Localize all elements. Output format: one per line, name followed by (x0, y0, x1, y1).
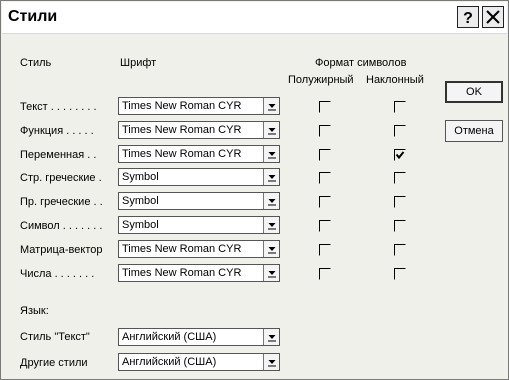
font-select-value: Times New Roman CYR (122, 148, 242, 160)
row-label: Переменная . . (20, 149, 97, 161)
row-label: Функция . . . . . (20, 125, 94, 137)
language-heading: Язык: (20, 305, 49, 317)
italic-checkbox[interactable] (394, 171, 406, 184)
italic-checkbox[interactable] (394, 195, 406, 208)
chevron-down-icon[interactable] (263, 146, 279, 162)
font-select-value: Times New Roman CYR (122, 267, 242, 279)
chevron-down-icon[interactable] (263, 98, 279, 114)
font-select[interactable]: Times New Roman CYR (118, 145, 280, 163)
help-button[interactable]: ? (457, 6, 479, 28)
chevron-down-icon[interactable] (263, 122, 279, 138)
row-label: Числа . . . . . . . (20, 268, 95, 280)
help-icon: ? (463, 10, 473, 27)
row-label: Стр. греческие . (20, 172, 102, 184)
other-styles-language-value: Английский (США) (122, 356, 217, 368)
italic-checkbox[interactable] (394, 267, 406, 280)
bold-checkbox[interactable] (319, 195, 331, 208)
italic-checkbox[interactable] (394, 243, 406, 256)
chevron-down-icon[interactable] (263, 169, 279, 185)
font-select-value: Symbol (122, 219, 159, 231)
title-bar: Стили ? (2, 2, 507, 34)
header-format: Формат символов (315, 57, 407, 69)
chevron-down-icon[interactable] (263, 217, 279, 233)
font-select-value: Times New Roman CYR (122, 243, 242, 255)
font-select-value: Symbol (122, 171, 159, 183)
header-italic: Наклонный (366, 74, 424, 86)
font-select-value: Times New Roman CYR (122, 124, 242, 136)
italic-checkbox[interactable] (394, 148, 406, 161)
row-label: Символ . . . . . . . (20, 220, 103, 232)
font-select[interactable]: Symbol (118, 192, 280, 210)
chevron-down-icon[interactable] (263, 354, 279, 370)
row-label: Пр. греческие . . (20, 196, 103, 208)
ok-button[interactable]: OK (445, 81, 503, 103)
italic-checkbox[interactable] (394, 124, 406, 137)
cancel-button[interactable]: Отмена (445, 120, 503, 142)
text-style-language-value: Английский (США) (122, 331, 217, 343)
chevron-down-icon[interactable] (263, 265, 279, 281)
bold-checkbox[interactable] (319, 219, 331, 232)
font-select[interactable]: Symbol (118, 216, 280, 234)
chevron-down-icon[interactable] (263, 193, 279, 209)
italic-checkbox[interactable] (394, 100, 406, 113)
chevron-down-icon[interactable] (263, 241, 279, 257)
bold-checkbox[interactable] (319, 148, 331, 161)
close-icon (486, 10, 500, 24)
header-bold: Полужирный (288, 74, 354, 86)
header-style: Стиль (20, 57, 52, 69)
bold-checkbox[interactable] (319, 171, 331, 184)
font-select[interactable]: Times New Roman CYR (118, 97, 280, 115)
header-font: Шрифт (120, 57, 157, 69)
font-select[interactable]: Times New Roman CYR (118, 264, 280, 282)
font-select[interactable]: Symbol (118, 168, 280, 186)
font-select[interactable]: Times New Roman CYR (118, 121, 280, 139)
bold-checkbox[interactable] (319, 124, 331, 137)
bold-checkbox[interactable] (319, 243, 331, 256)
svg-text:?: ? (463, 10, 473, 27)
close-button[interactable] (482, 6, 504, 28)
font-select-value: Times New Roman CYR (122, 100, 242, 112)
text-style-language-select[interactable]: Английский (США) (118, 328, 280, 346)
other-styles-language-select[interactable]: Английский (США) (118, 353, 280, 371)
dialog-title: Стили (8, 8, 58, 25)
row-label: Текст . . . . . . . . (20, 101, 97, 113)
bold-checkbox[interactable] (319, 267, 331, 280)
font-select[interactable]: Times New Roman CYR (118, 240, 280, 258)
other-styles-language-label: Другие стили (20, 357, 88, 369)
row-label: Матрица-вектор (20, 244, 103, 256)
text-style-language-label: Стиль "Текст" (20, 331, 90, 343)
italic-checkbox[interactable] (394, 219, 406, 232)
font-select-value: Symbol (122, 195, 159, 207)
bold-checkbox[interactable] (319, 100, 331, 113)
chevron-down-icon[interactable] (263, 329, 279, 345)
styles-dialog: Стили ? Стиль Шрифт Формат символов Полу… (0, 0, 509, 380)
